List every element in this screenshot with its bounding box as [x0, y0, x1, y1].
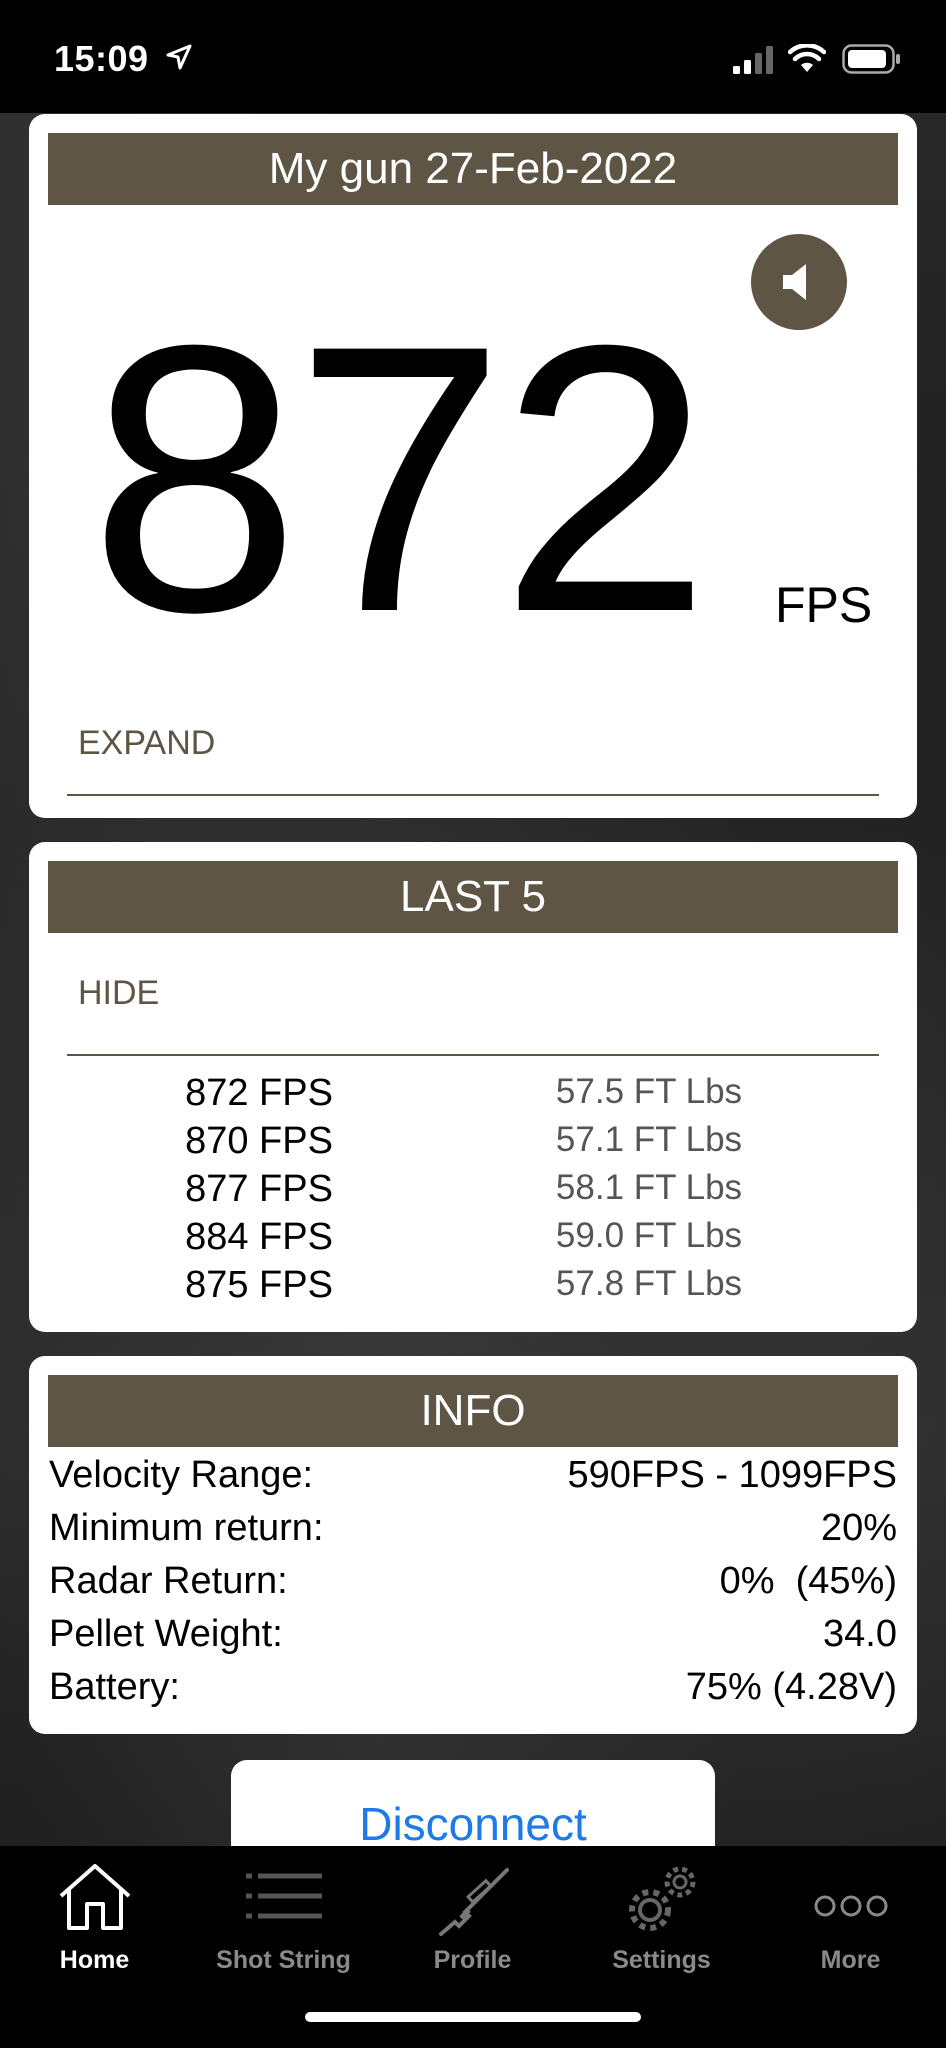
info-label: Radar Return:	[49, 1560, 288, 1602]
tab-label: Home	[59, 1946, 130, 1974]
velocity-card-title: My gun 27-Feb-2022	[48, 133, 898, 205]
more-icon	[811, 1860, 891, 1937]
info-value: 34.0	[823, 1613, 897, 1655]
info-label: Pellet Weight:	[49, 1613, 283, 1655]
hide-button[interactable]: HIDE	[78, 974, 159, 1013]
tab-label: Profile	[433, 1946, 512, 1974]
info-value: 75% (4.28V)	[685, 1666, 897, 1708]
shot-velocity: 884 FPS	[185, 1216, 333, 1258]
shot-velocity: 870 FPS	[185, 1120, 333, 1162]
tab-label: Shot String	[216, 1946, 351, 1974]
battery-icon	[842, 44, 902, 79]
shot-energy: 57.1 FT Lbs	[555, 1120, 743, 1159]
shot-energy: 57.8 FT Lbs	[555, 1264, 743, 1303]
list-icon	[244, 1860, 324, 1937]
status-bar: 15:09	[0, 0, 946, 113]
shot-energy: 59.0 FT Lbs	[555, 1216, 743, 1255]
info-label: Minimum return:	[49, 1507, 324, 1549]
info-value: 20%	[820, 1507, 897, 1549]
location-arrow-icon	[166, 44, 192, 75]
shot-row: 884 FPS 59.0 FT Lbs	[29, 1216, 917, 1264]
velocity-readout: 872	[89, 266, 711, 691]
info-row-radar-return: Radar Return: 0% (45%)	[49, 1560, 897, 1612]
info-label: Battery:	[49, 1666, 180, 1708]
tab-profile[interactable]: Profile	[378, 1846, 567, 1976]
info-row-minimum-return: Minimum return: 20%	[49, 1507, 897, 1559]
info-row-velocity-range: Velocity Range: 590FPS - 1099FPS	[49, 1454, 897, 1506]
info-value: 590FPS - 1099FPS	[567, 1454, 897, 1496]
info-row-battery: Battery: 75% (4.28V)	[49, 1666, 897, 1718]
divider	[67, 1054, 879, 1056]
last-shots-card: LAST 5 HIDE 872 FPS 57.5 FT Lbs 870 FPS …	[29, 842, 917, 1332]
wifi-icon	[787, 43, 827, 79]
cellular-signal-icon	[733, 46, 775, 79]
home-icon	[55, 1860, 135, 1937]
tab-more[interactable]: More	[756, 1846, 945, 1976]
rifle-icon	[433, 1860, 513, 1945]
tab-label: More	[820, 1946, 881, 1974]
velocity-unit: FPS	[775, 577, 873, 633]
tab-settings[interactable]: Settings	[567, 1846, 756, 1976]
shot-row: 877 FPS 58.1 FT Lbs	[29, 1168, 917, 1216]
divider	[67, 794, 879, 796]
info-title: INFO	[48, 1375, 898, 1447]
info-row-pellet-weight: Pellet Weight: 34.0	[49, 1613, 897, 1665]
gears-icon	[620, 1860, 704, 1945]
home-indicator	[305, 2012, 641, 2022]
info-card: INFO Velocity Range: 590FPS - 1099FPS Mi…	[29, 1356, 917, 1734]
expand-button[interactable]: EXPAND	[78, 724, 215, 763]
status-time: 15:09	[54, 38, 149, 79]
shot-velocity: 872 FPS	[185, 1072, 333, 1114]
shot-row: 875 FPS 57.8 FT Lbs	[29, 1264, 917, 1312]
tab-label: Settings	[612, 1946, 711, 1974]
tab-shot-string[interactable]: Shot String	[189, 1846, 378, 1976]
shot-velocity: 875 FPS	[185, 1264, 333, 1306]
shot-energy: 58.1 FT Lbs	[555, 1168, 743, 1207]
tab-home[interactable]: Home	[0, 1846, 189, 1976]
velocity-card: My gun 27-Feb-2022 872 FPS EXPAND	[29, 114, 917, 818]
info-value: 0% (45%)	[719, 1560, 897, 1602]
shot-row: 870 FPS 57.1 FT Lbs	[29, 1120, 917, 1168]
shot-energy: 57.5 FT Lbs	[555, 1072, 743, 1111]
last-shots-title: LAST 5	[48, 861, 898, 933]
shot-row: 872 FPS 57.5 FT Lbs	[29, 1072, 917, 1120]
info-label: Velocity Range:	[49, 1454, 314, 1496]
shot-velocity: 877 FPS	[185, 1168, 333, 1210]
